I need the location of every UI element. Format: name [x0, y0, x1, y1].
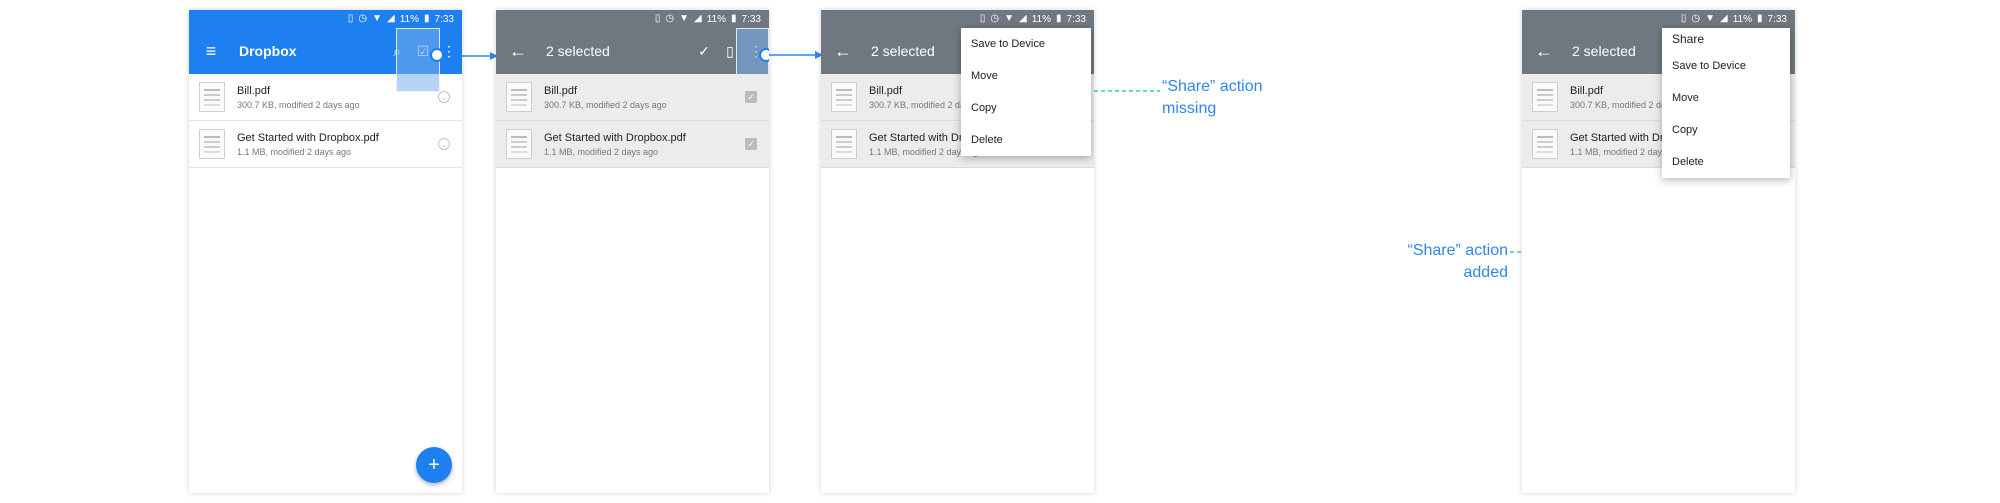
time-text: 7:33 [741, 13, 761, 25]
vibrate-icon: ▯ [979, 13, 986, 24]
file-meta: 1.1 MB, modified 2 days ago [237, 147, 352, 157]
file-name: Get Started with Dropbox.pdf [237, 132, 379, 144]
vibrate-icon: ▯ [654, 13, 661, 24]
menu-item-move[interactable]: Move [961, 60, 1091, 92]
vibrate-icon: ▯ [347, 13, 354, 24]
pdf-thumbnail-icon [1532, 82, 1558, 112]
signal-icon: ◢ [1019, 13, 1027, 24]
file-name: Get Started with Dropbox.pdf [544, 132, 686, 144]
status-bar: ▯ ◷ ▼ ◢ 11% ▮ 7:33 [1522, 10, 1795, 28]
file-name: Bill.pdf [544, 85, 578, 97]
screen-dropbox-list: ▯ ◷ ▼ ◢ 11% ▮ 7:33 ≡ Dropbox ⌕ ☑ ⋮ Bill.… [189, 10, 462, 493]
battery-icon: ▮ [731, 13, 737, 24]
battery-text: 11% [1031, 13, 1052, 25]
screen-menu-with-share: ▯ ◷ ▼ ◢ 11% ▮ 7:33 ← 2 selected Bill.pdf… [1522, 10, 1795, 493]
add-fab-button[interactable]: + [416, 447, 452, 483]
tap-indicator [759, 48, 769, 62]
annotation-text: added [1463, 264, 1509, 281]
status-bar: ▯ ◷ ▼ ◢ 11% ▮ 7:33 [821, 10, 1094, 28]
wifi-icon: ▼ [1705, 13, 1716, 24]
time-text: 7:33 [1767, 13, 1787, 25]
battery-icon: ▮ [424, 13, 430, 24]
annotation-text: “Share” action [1407, 242, 1509, 259]
overflow-menu: Save to Device Move Copy Delete [961, 28, 1091, 156]
menu-item-delete[interactable]: Delete [961, 124, 1091, 156]
battery-text: 11% [1732, 13, 1753, 25]
vibrate-icon: ▯ [1680, 13, 1687, 24]
back-arrow-icon[interactable]: ← [508, 41, 528, 62]
signal-icon: ◢ [387, 13, 395, 24]
wifi-icon: ▼ [1004, 13, 1015, 24]
battery-text: 11% [706, 13, 727, 25]
file-name: Bill.pdf [1570, 85, 1604, 97]
pdf-thumbnail-icon [506, 129, 532, 159]
file-name: Get Started with Dro [869, 132, 969, 144]
file-meta: 300.7 KB, modified 2 days ago [544, 100, 667, 110]
wifi-icon: ▼ [372, 13, 383, 24]
alarm-icon: ◷ [990, 13, 1000, 24]
annotation-text: missing [1162, 100, 1217, 117]
tap-indicator [430, 48, 444, 62]
alarm-icon: ◷ [1691, 13, 1701, 24]
status-bar: ▯ ◷ ▼ ◢ 11% ▮ 7:33 [496, 10, 769, 28]
alarm-icon: ◷ [665, 13, 675, 24]
battery-icon: ▮ [1056, 13, 1062, 24]
menu-item-share[interactable]: Share [1662, 28, 1790, 50]
annotation-text: “Share” action [1162, 78, 1263, 95]
file-name: Bill.pdf [237, 85, 271, 97]
file-row-selected[interactable]: Get Started with Dropbox.pdf 1.1 MB, mod… [496, 121, 769, 168]
app-title: Dropbox [239, 43, 297, 59]
battery-text: 11% [399, 13, 420, 25]
file-name: Get Started with Dro [1570, 132, 1670, 144]
file-meta: 300.7 KB, modified 2 days ago [237, 100, 360, 110]
status-bar: ▯ ◷ ▼ ◢ 11% ▮ 7:33 [189, 10, 462, 28]
annotation-share-missing: “Share” action missing [1162, 76, 1263, 120]
file-row-selected[interactable]: Bill.pdf 300.7 KB, modified 2 days ago ✓ [496, 74, 769, 121]
time-text: 7:33 [1066, 13, 1086, 25]
selection-title: 2 selected [871, 43, 935, 59]
signal-icon: ◢ [694, 13, 702, 24]
menu-item-delete[interactable]: Delete [1662, 146, 1790, 178]
menu-item-move[interactable]: Move [1662, 82, 1790, 114]
menu-item-copy[interactable]: Copy [1662, 114, 1790, 146]
chevron-down-icon[interactable]: ⌄ [438, 91, 450, 103]
alarm-icon: ◷ [358, 13, 368, 24]
pdf-thumbnail-icon [1532, 129, 1558, 159]
file-row[interactable]: Bill.pdf 300.7 KB, modified 2 days ago ⌄ [189, 74, 462, 121]
chevron-down-icon[interactable]: ⌄ [438, 138, 450, 150]
file-list: Bill.pdf 300.7 KB, modified 2 days ago ✓… [496, 74, 769, 168]
menu-item-copy[interactable]: Copy [961, 92, 1091, 124]
menu-item-save-to-device[interactable]: Save to Device [961, 28, 1091, 60]
back-arrow-icon[interactable]: ← [1534, 41, 1554, 62]
selection-title: 2 selected [1572, 43, 1636, 59]
file-row[interactable]: Get Started with Dropbox.pdf 1.1 MB, mod… [189, 121, 462, 168]
pdf-thumbnail-icon [831, 129, 857, 159]
pdf-thumbnail-icon [199, 129, 225, 159]
menu-item-save-to-device[interactable]: Save to Device [1662, 50, 1790, 82]
screen-two-selected: ▯ ◷ ▼ ◢ 11% ▮ 7:33 ← 2 selected ✓ ▯ ⋮ Bi… [496, 10, 769, 493]
file-name: Bill.pdf [869, 85, 903, 97]
pdf-thumbnail-icon [506, 82, 532, 112]
battery-icon: ▮ [1757, 13, 1763, 24]
file-meta: 1.1 MB, modified 2 days ago [544, 147, 659, 157]
overflow-menu: Share Save to Device Move Copy Delete [1662, 28, 1790, 178]
back-arrow-icon[interactable]: ← [833, 41, 853, 62]
checkbox-checked-icon[interactable]: ✓ [745, 91, 757, 103]
select-all-icon[interactable]: ✓ [691, 43, 717, 60]
checkbox-checked-icon[interactable]: ✓ [745, 138, 757, 150]
pdf-thumbnail-icon [831, 82, 857, 112]
signal-icon: ◢ [1720, 13, 1728, 24]
app-bar: ← 2 selected ✓ ▯ ⋮ [496, 28, 769, 74]
pdf-thumbnail-icon [199, 82, 225, 112]
selection-title: 2 selected [546, 43, 610, 59]
time-text: 7:33 [434, 13, 454, 25]
wifi-icon: ▼ [679, 13, 690, 24]
hamburger-menu-icon[interactable]: ≡ [201, 41, 221, 62]
screen-menu-without-share: ▯ ◷ ▼ ◢ 11% ▮ 7:33 ← 2 selected Bill.pdf… [821, 10, 1094, 493]
annotation-share-added: “Share” action added [1390, 240, 1509, 284]
file-list: Bill.pdf 300.7 KB, modified 2 days ago ⌄… [189, 74, 462, 168]
